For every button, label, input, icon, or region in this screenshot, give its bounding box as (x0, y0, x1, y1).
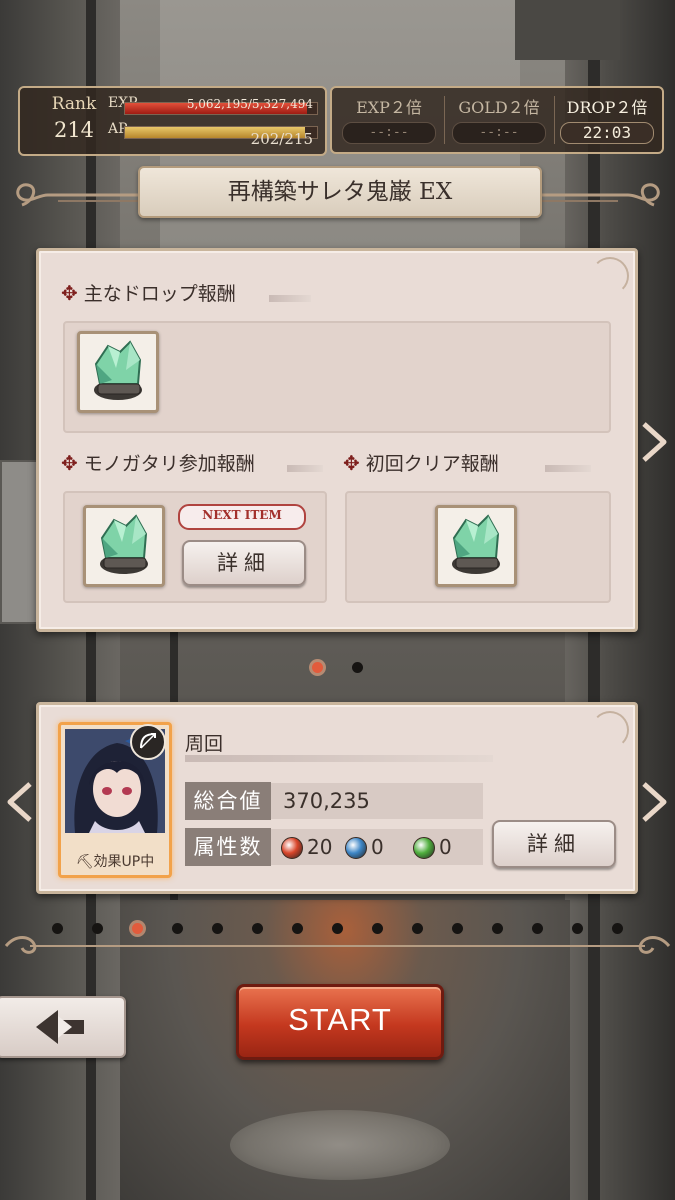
clover-icon: ✥ (61, 451, 78, 475)
boost-exp-label: EXP２倍 (356, 98, 422, 117)
first-clear-reward-title-text: 初回クリア報酬 (365, 453, 499, 475)
section-rule (269, 295, 311, 302)
pager-dot[interactable] (212, 923, 223, 934)
boost-drop: DROP２倍 22:03 (554, 94, 660, 144)
rewards-panel: ✥ 主なドロップ報酬 ✥ モノガタリ参加報酬 ✥ 初回クリア報酬 (36, 248, 638, 632)
boost-gold: GOLD２倍 --:-- (446, 94, 552, 144)
total-label: 総合値 (185, 782, 271, 820)
party-detail-button[interactable]: 詳細 (492, 820, 616, 868)
rank-label: Rank (51, 94, 97, 114)
next-item-badge: NEXT ITEM (178, 504, 306, 530)
pager-dot[interactable] (312, 662, 323, 673)
reward-detail-button[interactable]: 詳細 (182, 540, 306, 586)
participation-reward-title: ✥ モノガタリ参加報酬 (61, 449, 255, 476)
boost-drop-timer: 22:03 (560, 122, 654, 144)
water-attribute-icon (345, 837, 367, 859)
title-ornament-right (538, 183, 660, 207)
pager-dot[interactable] (372, 923, 383, 934)
pager-dot[interactable] (172, 923, 183, 934)
boost-panel: EXP２倍 --:-- GOLD２倍 --:-- DROP２倍 22:03 (330, 86, 664, 154)
title-ornament-left (16, 183, 138, 207)
wind-attribute-icon (413, 837, 435, 859)
effect-up-text: 効果UP中 (93, 854, 155, 870)
pager-dot[interactable] (452, 923, 463, 934)
section-rule (545, 465, 591, 472)
pager-dot[interactable] (132, 923, 143, 934)
background-puddle (230, 1110, 450, 1180)
pager-dot[interactable] (572, 923, 583, 934)
first-clear-reward-title: ✥ 初回クリア報酬 (343, 449, 499, 476)
boost-exp: EXP２倍 --:-- (336, 94, 442, 144)
water-attribute-count: 0 (371, 835, 384, 859)
boost-exp-timer: --:-- (342, 122, 436, 144)
pager-dot[interactable] (532, 923, 543, 934)
main-drop-title-text: 主なドロップ報酬 (83, 283, 236, 305)
effect-up-label: ⛏効果UP中 (61, 851, 169, 871)
wind-attribute-count: 0 (439, 835, 452, 859)
fire-attribute-icon (281, 837, 303, 859)
main-drop-item[interactable] (77, 331, 159, 413)
start-button[interactable]: START (236, 984, 444, 1060)
pager-dot[interactable] (92, 923, 103, 934)
rank-value: 214 (53, 118, 95, 142)
pager-dot[interactable] (412, 923, 423, 934)
boost-gold-label: GOLD２倍 (458, 98, 540, 117)
crystal-ore-icon (94, 340, 142, 400)
pager-dot[interactable] (352, 662, 363, 673)
attribute-label: 属性数 (185, 828, 271, 866)
bow-icon (140, 733, 156, 749)
participation-reward-item[interactable] (83, 505, 165, 587)
fire-attribute-count: 20 (307, 835, 333, 859)
next-party-arrow-icon[interactable] (640, 780, 670, 824)
participation-reward-title-text: モノガタリ参加報酬 (83, 453, 255, 475)
back-button[interactable] (0, 996, 126, 1058)
prev-party-arrow-icon[interactable] (4, 780, 34, 824)
quest-title: 再構築サレタ鬼巌 EX (138, 166, 542, 218)
player-status-panel: Rank 214 EXP 5,062,195/5,327,494 AP 202/… (18, 86, 327, 156)
main-drop-title: ✥ 主なドロップ報酬 (61, 279, 236, 306)
total-value: 370,235 (283, 789, 370, 813)
archer-class-icon (130, 724, 166, 760)
pager-dot[interactable] (332, 923, 343, 934)
first-clear-reward-item[interactable] (435, 505, 517, 587)
pager-dot[interactable] (252, 923, 263, 934)
boost-divider (444, 96, 445, 144)
next-page-arrow-icon[interactable] (640, 420, 670, 464)
pager-dot[interactable] (52, 923, 63, 934)
background-ac-unit (515, 0, 620, 60)
bow-class-icon: ⛏ (75, 854, 94, 870)
back-arrow-icon (36, 1010, 84, 1044)
party-name: 周回 (185, 733, 224, 755)
clover-icon: ✥ (61, 281, 78, 305)
pager-dot[interactable] (492, 923, 503, 934)
ap-value: 202/215 (250, 130, 313, 148)
crystal-ore-icon (452, 514, 500, 574)
pager-dot[interactable] (292, 923, 303, 934)
section-rule (185, 755, 493, 762)
panel-corner-ornament (591, 257, 629, 295)
pager-dot[interactable] (612, 923, 623, 934)
clover-icon: ✥ (343, 451, 360, 475)
section-rule (287, 465, 323, 472)
boost-drop-label: DROP２倍 (566, 98, 648, 117)
boost-gold-timer: --:-- (452, 122, 546, 144)
crystal-ore-icon (100, 514, 148, 574)
panel-corner-ornament (591, 711, 629, 749)
exp-value: 5,062,195/5,327,494 (186, 97, 313, 111)
